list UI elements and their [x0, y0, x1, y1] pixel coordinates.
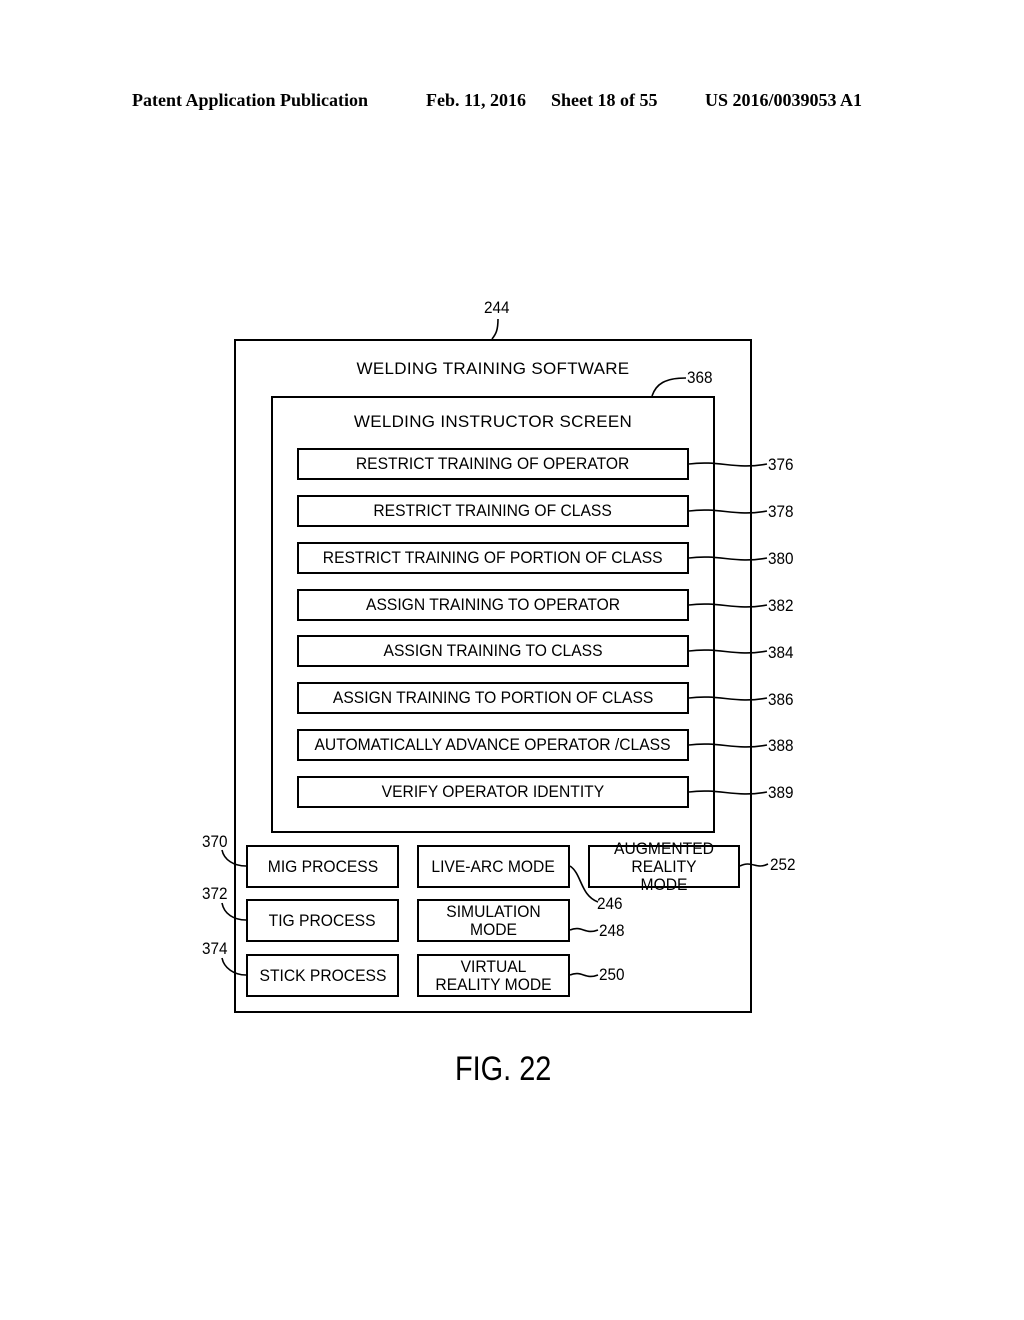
patent-number: US 2016/0039053 A1 [705, 90, 863, 110]
simulation-mode-button[interactable]: SIMULATION MODE [417, 899, 570, 942]
ref-388: 388 [768, 736, 794, 755]
publication-label: Patent Application Publication [132, 90, 369, 110]
virtual-reality-mode-button[interactable]: VIRTUAL REALITY MODE [417, 954, 570, 997]
assign-training-portion-class-button[interactable]: ASSIGN TRAINING TO PORTION OF CLASS [297, 682, 689, 714]
live-arc-mode-button[interactable]: LIVE-ARC MODE [417, 845, 570, 888]
ref-250: 250 [599, 965, 625, 984]
welding-training-software-title: WELDING TRAINING SOFTWARE [356, 359, 630, 378]
ref-378: 378 [768, 502, 794, 521]
restrict-training-portion-class-button[interactable]: RESTRICT TRAINING OF PORTION OF CLASS [297, 542, 689, 574]
ref-252: 252 [770, 855, 796, 874]
assign-training-operator-button[interactable]: ASSIGN TRAINING TO OPERATOR [297, 589, 689, 621]
automatically-advance-button[interactable]: AUTOMATICALLY ADVANCE OPERATOR /CLASS [297, 729, 689, 761]
augmented-reality-mode-button[interactable]: AUGMENTED REALITY MODE [588, 839, 740, 893]
welding-instructor-screen-title: WELDING INSTRUCTOR SCREEN [353, 412, 633, 431]
tig-process-button[interactable]: TIG PROCESS [246, 899, 399, 942]
verify-operator-identity-button[interactable]: VERIFY OPERATOR IDENTITY [297, 776, 689, 808]
leader-244 [491, 318, 499, 340]
mig-process-button[interactable]: MIG PROCESS [246, 845, 399, 888]
ref-370: 370 [202, 832, 228, 851]
restrict-training-operator-button[interactable]: RESTRICT TRAINING OF OPERATOR [297, 448, 689, 480]
sheet-number: Sheet 18 of 55 [551, 90, 658, 110]
ref-244: 244 [484, 298, 510, 317]
publication-date: Feb. 11, 2016 [426, 90, 527, 110]
ref-384: 384 [768, 643, 794, 662]
ref-382: 382 [768, 596, 794, 615]
restrict-training-class-button[interactable]: RESTRICT TRAINING OF CLASS [297, 495, 689, 527]
ref-248: 248 [599, 921, 625, 940]
ref-386: 386 [768, 690, 794, 709]
ref-372: 372 [202, 884, 228, 903]
ref-374: 374 [202, 939, 228, 958]
stick-process-button[interactable]: STICK PROCESS [246, 954, 399, 997]
ref-376: 376 [768, 455, 794, 474]
ref-368: 368 [687, 368, 713, 387]
ref-380: 380 [768, 549, 794, 568]
ref-389: 389 [768, 783, 794, 802]
assign-training-class-button[interactable]: ASSIGN TRAINING TO CLASS [297, 635, 689, 667]
ref-246: 246 [597, 894, 623, 913]
figure-label: FIG. 22 [455, 1050, 552, 1088]
